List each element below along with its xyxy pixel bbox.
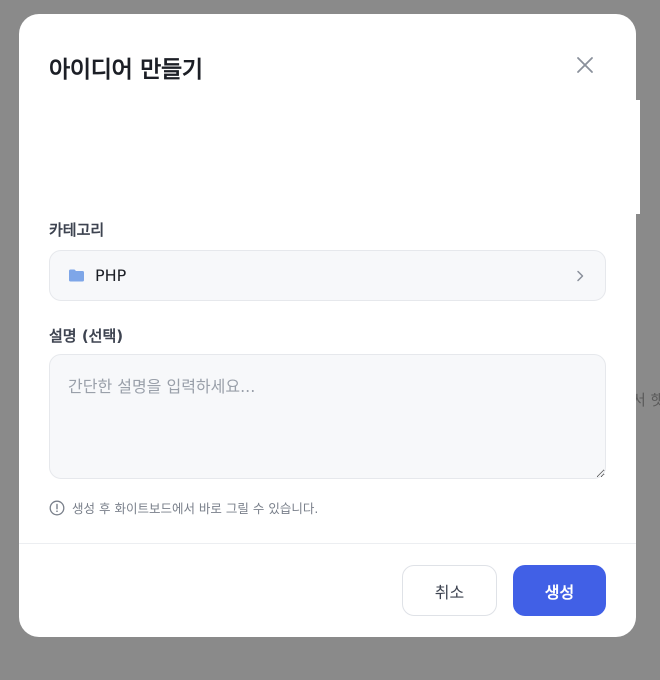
category-value: PHP bbox=[95, 266, 127, 285]
close-button[interactable] bbox=[570, 50, 600, 80]
hint: 생성 후 화이트보드에서 바로 그릴 수 있습니다. bbox=[49, 498, 318, 517]
info-icon bbox=[49, 500, 65, 516]
chevron-right-icon bbox=[573, 269, 587, 283]
category-select[interactable]: PHP bbox=[49, 250, 606, 301]
category-label: 카테고리 bbox=[49, 221, 105, 239]
folder-icon bbox=[68, 269, 85, 282]
hint-text: 생성 후 화이트보드에서 바로 그릴 수 있습니다. bbox=[72, 501, 319, 516]
create-button[interactable]: 생성 bbox=[513, 565, 606, 616]
footer-divider bbox=[19, 543, 636, 544]
description-input[interactable] bbox=[49, 354, 606, 479]
description-label: 설명 (선택) bbox=[49, 327, 124, 345]
close-icon bbox=[576, 56, 594, 74]
background-partial-text: 서 햇 bbox=[632, 391, 660, 409]
modal-title: 아이디어 만들기 bbox=[49, 57, 203, 83]
create-idea-modal: 아이디어 만들기 카테고리 PHP 설명 (선택) 간단한 설명을 입력하세요.… bbox=[19, 14, 636, 637]
cancel-button[interactable]: 취소 bbox=[402, 565, 497, 616]
